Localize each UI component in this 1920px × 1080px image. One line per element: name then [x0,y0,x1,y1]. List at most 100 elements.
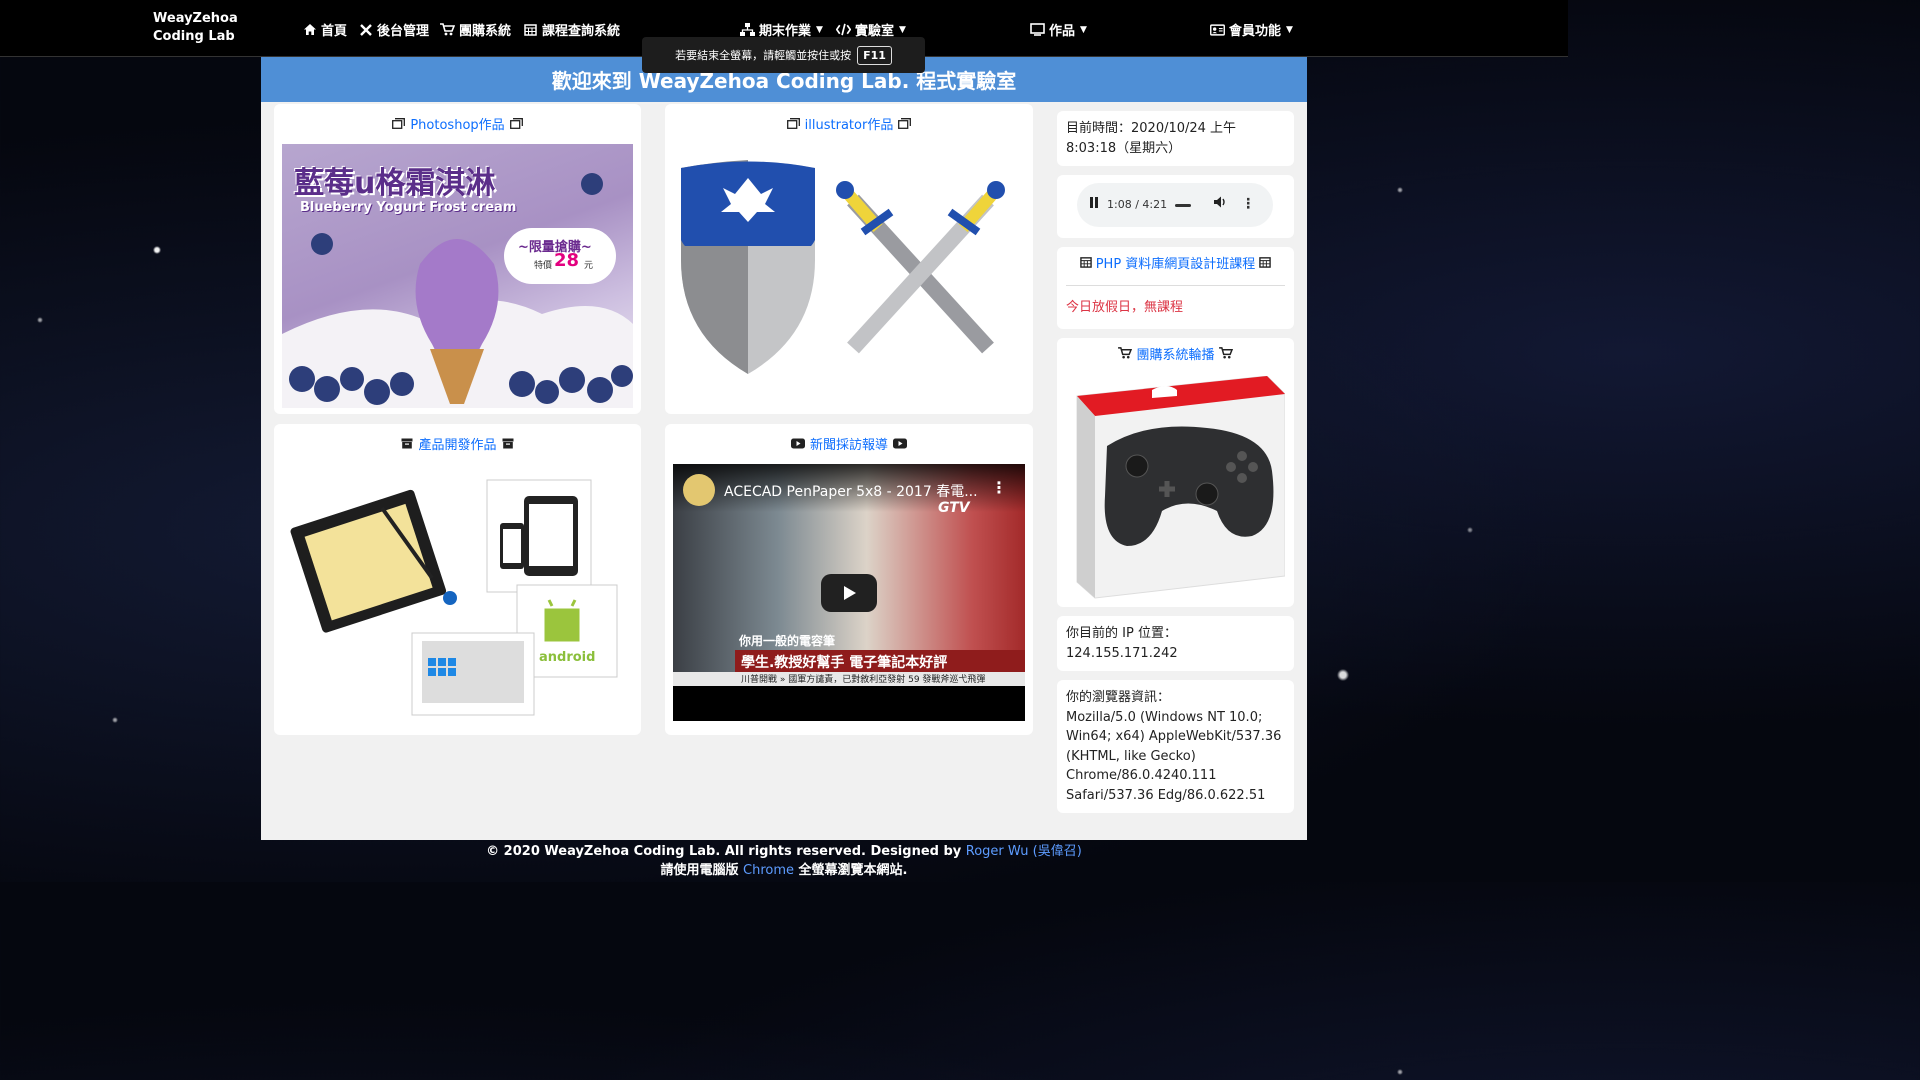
audio-card: 1:08 / 4:21 ⋮ [1057,175,1294,238]
ip-value: 124.155.171.242 [1066,645,1178,661]
divider [1066,284,1285,286]
nav-home-label: 首頁 [321,24,348,39]
image-icon [509,118,523,129]
image-icon [898,118,912,129]
channel-avatar[interactable] [683,474,715,506]
carousel-header[interactable]: 團購系統輪播 [1066,346,1285,366]
footer-note-suffix: 全螢幕瀏覽本網站. [794,863,908,878]
ticker-text: 川普開戰 » 國軍方譴責，已對敘利亞發射 59 發戰斧巡弋飛彈 [741,675,986,685]
chevron-down-icon: ▼ [1286,24,1293,35]
archive-icon [502,438,514,449]
cart-icon [1118,346,1133,366]
browser-label: 你的瀏覽器資訊： [1066,690,1171,705]
chrome-link[interactable]: Chrome [743,863,794,878]
nav-course[interactable]: 課程查詢系統 [523,20,620,39]
footer-note-prefix: 請使用電腦版 [660,863,744,878]
card-photoshop: Photoshop作品 藍莓u格霜淇淋 Blueberry Yogurt Fro… [274,104,641,414]
chevron-down-icon: ▼ [816,24,823,35]
footer-line2: 請使用電腦版 Chrome 全螢幕瀏覽本網站. [0,861,1568,880]
card-illustrator-header[interactable]: illustrator作品 [665,114,1033,133]
caption-banner: 學生.教授好幫手 電子筆記本好評 [735,650,1025,672]
cart-icon [1218,346,1233,366]
penpaper-product-image[interactable]: android [282,468,633,728]
id-card-icon [1210,22,1225,37]
audio-player[interactable]: 1:08 / 4:21 ⋮ [1077,183,1273,227]
blueberry-ad-image[interactable]: 藍莓u格霜淇淋 Blueberry Yogurt Frost cream ~限量… [282,144,633,408]
calendar-icon [523,22,538,37]
groupbuy-carousel-card: 團購系統輪播 [1057,338,1294,607]
browser-value: Mozilla/5.0 (Windows NT 10.0; Win64; x64… [1066,709,1282,803]
sitemap-icon [740,22,755,37]
ice-cream-illustration [282,173,633,408]
more-options-icon[interactable]: ⋮ [1241,195,1255,215]
pause-icon[interactable] [1089,195,1099,215]
card-product-header[interactable]: 產品開發作品 [274,434,641,453]
archive-icon [401,438,413,449]
fullscreen-exit-tip: 若要結束全螢幕，請輕觸並按住或按 F11 [642,37,925,73]
volume-icon[interactable] [1213,195,1227,215]
image-icon [392,118,406,129]
nav-admin[interactable]: 後台管理 [358,20,429,39]
calendar-icon [1079,255,1092,275]
cart-icon [440,22,455,37]
course-card: PHP 資料庫網頁設計班課程 今日放假日，無課程 [1057,247,1294,329]
nav-member-label: 會員功能 [1229,24,1282,39]
more-vert-icon[interactable]: ⋮ [991,478,1007,497]
card-product-title: 產品開發作品 [418,438,497,453]
card-illustrator: illustrator作品 [665,104,1033,414]
nav-works-label: 作品 [1049,24,1076,39]
fullscreen-tip-text: 若要結束全螢幕，請輕觸並按住或按 [675,49,852,62]
calendar-icon [1259,255,1272,275]
shield-swords-image[interactable] [673,160,1025,390]
nav-works[interactable]: 作品 ▼ [1030,20,1087,39]
main-container: 歡迎來到 WeayZehoa Coding Lab. 程式實驗室 Photosh… [261,57,1307,840]
youtube-icon [790,438,805,449]
course-note: 今日放假日，無課程 [1066,299,1184,315]
card-illustrator-title: illustrator作品 [804,118,894,133]
card-photoshop-header[interactable]: Photoshop作品 [274,114,641,133]
course-header[interactable]: PHP 資料庫網頁設計班課程 [1066,255,1285,275]
android-label: android [539,650,596,665]
footer-line1: © 2020 WeayZehoa Coding Lab. All rights … [0,842,1568,861]
play-icon[interactable] [821,574,877,612]
card-news-title: 新聞採訪報導 [809,438,888,453]
ip-label: 你目前的 IP 位置： [1066,626,1177,641]
card-photoshop-title: Photoshop作品 [410,118,505,133]
code-icon [836,22,851,37]
current-time-label: 目前時間：2020/10/24 上午8:03:18（星期六） [1066,121,1237,156]
nav-course-label: 課程查詢系統 [542,24,621,39]
image-icon [786,118,800,129]
f11-key: F11 [857,45,892,65]
home-icon [302,22,317,37]
tools-icon [358,22,373,37]
browser-info-card: 你的瀏覽器資訊： Mozilla/5.0 (Windows NT 10.0; W… [1057,680,1294,813]
nav-groupbuy-label: 團購系統 [459,24,512,39]
gtv-logo: GTV [938,500,970,516]
youtube-embed[interactable]: ACECAD PenPaper 5x8 - 2017 春電... ⋮ GTV 你… [673,464,1025,721]
chevron-down-icon: ▼ [899,24,906,35]
footer: © 2020 WeayZehoa Coding Lab. All rights … [0,842,1568,880]
product-illustration [290,479,618,716]
caption-line2: 學生.教授好幫手 電子筆記本好評 [741,655,948,671]
brand-line1: WeayZehoa [153,11,238,26]
designer-link[interactable]: Roger Wu (吳偉召) [966,844,1082,859]
audio-time: 1:08 / 4:21 [1107,198,1168,212]
carousel-title: 團購系統輪播 [1136,348,1215,363]
nav-member[interactable]: 會員功能 ▼ [1210,20,1293,39]
video-title[interactable]: ACECAD PenPaper 5x8 - 2017 春電... [724,481,978,501]
switch-pro-controller-image[interactable] [1067,376,1285,600]
youtube-icon [893,438,907,449]
footer-copyright: © 2020 WeayZehoa Coding Lab. All rights … [486,844,966,859]
nav-admin-label: 後台管理 [377,24,430,39]
chevron-down-icon: ▼ [1080,24,1087,35]
card-news-header[interactable]: 新聞採訪報導 [665,434,1033,453]
brand-line2: Coding Lab [153,29,235,44]
ip-card: 你目前的 IP 位置： 124.155.171.242 [1057,616,1294,671]
brand-logo[interactable]: WeayZehoa Coding Lab [153,10,238,46]
audio-progress-bar[interactable] [1175,203,1192,207]
caption-line1: 你用一般的電容筆 [739,634,836,648]
nav-groupbuy[interactable]: 團購系統 [440,20,511,39]
nav-home[interactable]: 首頁 [302,20,347,39]
card-news: 新聞採訪報導 ACECAD PenPaper 5x8 - 2017 春電... … [665,424,1033,735]
current-time-card: 目前時間：2020/10/24 上午8:03:18（星期六） [1057,111,1294,166]
